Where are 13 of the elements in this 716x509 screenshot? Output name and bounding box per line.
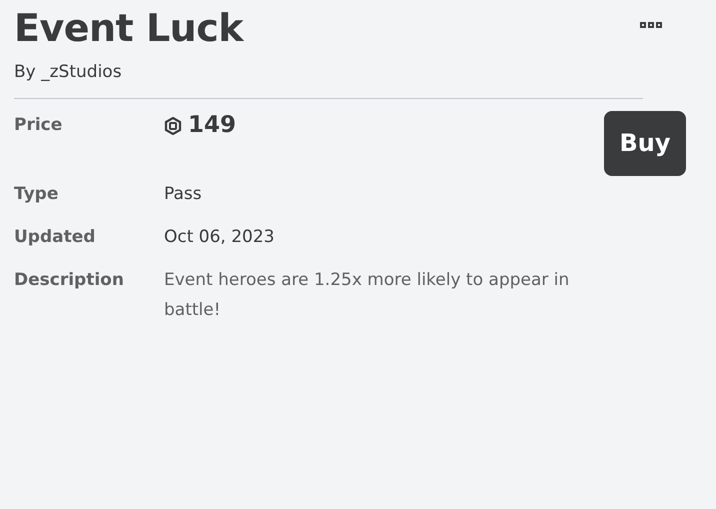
creator-link[interactable]: By _zStudios xyxy=(14,60,122,86)
detail-label: Updated xyxy=(14,226,96,248)
item-title: Event Luck xyxy=(14,5,244,52)
detail-label: Type xyxy=(14,182,60,206)
robux-icon xyxy=(164,116,182,134)
detail-value: Pass xyxy=(164,182,202,206)
detail-value: Oct 06, 2023 xyxy=(164,226,274,248)
detail-label: Description xyxy=(14,268,125,292)
more-options-icon[interactable] xyxy=(640,22,662,28)
price-label: Price xyxy=(14,114,64,136)
description-text: Event heroes are 1.25x more likely to appear in battle! xyxy=(164,268,570,322)
buy-button[interactable]: Buy xyxy=(604,110,686,176)
price-value: 149 xyxy=(188,111,236,140)
